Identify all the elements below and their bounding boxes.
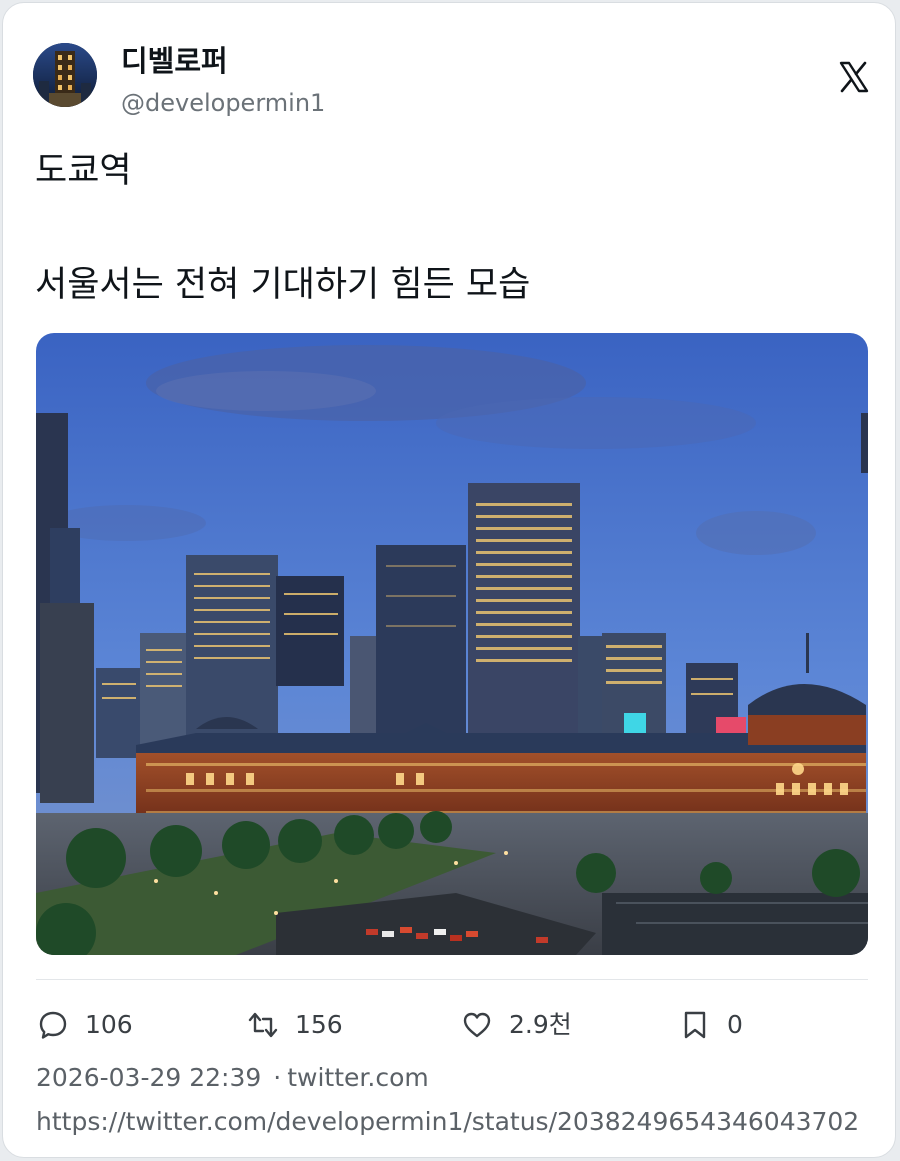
divider [36,979,868,980]
source: twitter.com [287,1063,429,1092]
reply-count: 106 [85,1010,133,1039]
meta-separator: · [273,1063,282,1092]
reply-button[interactable]: 106 [37,1007,133,1043]
tokyo-station-photo [36,333,868,955]
retweet-button[interactable]: 156 [247,1007,343,1043]
retweet-count: 156 [295,1010,343,1039]
tweet-text-line-2: 서울서는 전혀 기대하기 힘든 모습 [35,265,531,305]
like-button[interactable]: 2.9천 [461,1007,572,1043]
bookmark-button[interactable]: 0 [679,1007,743,1043]
tweet-text-line-1: 도쿄역 [35,151,132,191]
avatar-image [33,43,97,107]
x-logo-icon[interactable] [839,61,869,93]
reply-icon [39,1011,67,1039]
avatar[interactable] [33,43,97,107]
author-display-name[interactable]: 디벨로퍼 [121,43,228,79]
author-handle[interactable]: @developermin1 [121,87,325,119]
bookmark-icon [684,1011,706,1039]
retweet-icon [248,1012,278,1038]
tweet-meta: 2026-03-29 22:39 · twitter.com [36,1061,429,1095]
heart-icon [463,1012,491,1038]
tweet-photo[interactable] [36,333,868,955]
timestamp[interactable]: 2026-03-29 22:39 [36,1063,261,1092]
bookmark-count: 0 [727,1010,743,1039]
like-count: 2.9천 [509,1010,572,1039]
tweet-card: 디벨로퍼 @developermin1 도쿄역 서울서는 전혀 기대하기 힘든 … [2,2,896,1158]
tweet-url[interactable]: https://twitter.com/developermin1/status… [36,1105,859,1139]
